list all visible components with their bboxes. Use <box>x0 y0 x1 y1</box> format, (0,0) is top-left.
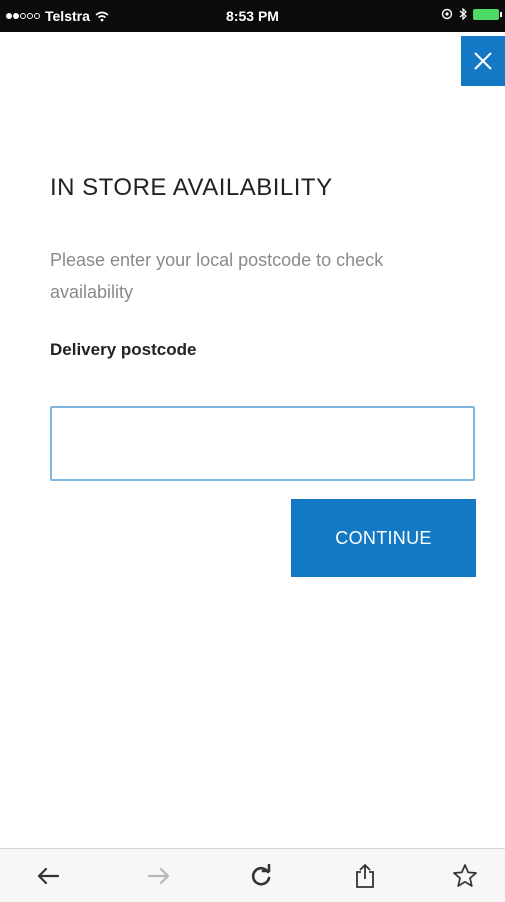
share-button[interactable] <box>350 861 380 891</box>
bluetooth-icon <box>459 8 467 20</box>
battery-icon <box>473 8 502 20</box>
intro-text: Please enter your local postcode to chec… <box>50 250 384 302</box>
share-icon <box>356 864 374 888</box>
reload-button[interactable] <box>246 861 276 891</box>
postcode-input[interactable] <box>50 406 475 481</box>
reload-icon <box>251 864 271 886</box>
bookmark-button[interactable] <box>450 861 480 891</box>
continue-button[interactable]: CONTINUE <box>291 499 476 577</box>
status-right <box>441 8 502 20</box>
forward-arrow-icon <box>147 867 170 885</box>
forward-button[interactable] <box>144 861 174 891</box>
location-icon <box>441 8 453 20</box>
browser-toolbar <box>0 848 505 902</box>
back-arrow-icon <box>37 867 60 885</box>
status-bar: Telstra 8:53 PM <box>0 0 505 32</box>
close-icon <box>474 52 492 70</box>
page-title: IN STORE AVAILABILITY <box>50 174 333 201</box>
status-time: 8:53 PM <box>226 8 279 24</box>
back-button[interactable] <box>33 861 63 891</box>
bookmark-star-icon <box>453 864 477 887</box>
postcode-label: Delivery postcode <box>50 340 197 359</box>
close-button[interactable] <box>461 36 505 86</box>
